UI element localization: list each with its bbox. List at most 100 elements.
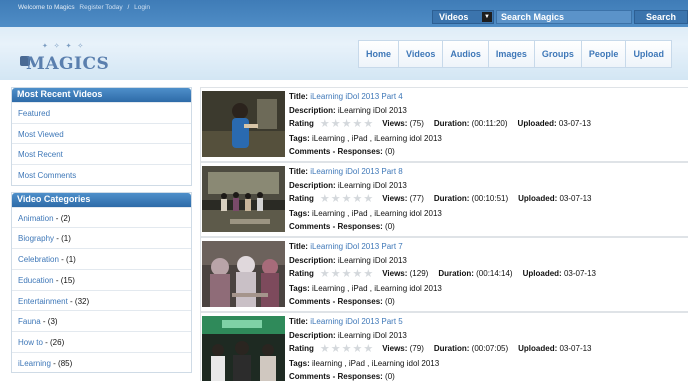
category-item-entertainment[interactable]: Entertainment - (32)	[12, 289, 191, 311]
category-count: - (32)	[67, 296, 90, 306]
category-item-fauna[interactable]: Fauna - (3)	[12, 310, 191, 331]
search-button[interactable]: Search	[634, 10, 688, 24]
video-uploaded: 03-07-13	[558, 119, 591, 128]
category-name[interactable]: iLearning	[18, 359, 51, 368]
search-type-value: Videos	[439, 12, 469, 22]
star-rating-icon[interactable]: ★★★★★	[320, 343, 374, 357]
video-thumbnail-image[interactable]	[202, 241, 285, 307]
video-title-link[interactable]: iLearning iDol 2013 Part 4	[310, 92, 403, 101]
comments-label[interactable]: Comments	[289, 147, 330, 156]
duration-label: Duration:	[433, 344, 470, 353]
rating-label: Rating	[289, 269, 314, 278]
video-title-link[interactable]: iLearning iDol 2013 Part 7	[310, 242, 403, 251]
video-responses: (0)	[385, 222, 395, 231]
category-item-how-to[interactable]: How to - (26)	[12, 330, 191, 352]
login-link[interactable]: Login	[134, 4, 150, 11]
star-rating-icon[interactable]: ★★★★★	[320, 193, 374, 207]
video-info: Title: iLearning iDol 2013 Part 8 Descri…	[289, 165, 687, 234]
search-input[interactable]: Search Magics	[496, 10, 632, 24]
category-name[interactable]: Celebration	[18, 255, 59, 264]
nav-audios[interactable]: Audios	[442, 40, 488, 68]
video-uploaded: 03-07-13	[559, 344, 592, 353]
video-categories-title: Video Categories	[12, 192, 191, 207]
video-thumbnail-image[interactable]	[202, 316, 285, 381]
search-type-select[interactable]: Videos ▼	[432, 10, 494, 24]
video-thumbnail[interactable]	[202, 241, 285, 307]
tags-label: Tags:	[289, 208, 310, 218]
comments-label[interactable]: Comments	[289, 222, 330, 231]
nav-people[interactable]: People	[580, 40, 626, 68]
video-tags[interactable]: ilearning , iPad , iLearning idol 2013	[312, 359, 439, 368]
comments-label[interactable]: Comments	[289, 297, 330, 306]
category-name[interactable]: Fauna	[18, 317, 41, 326]
chevron-down-icon[interactable]: ▼	[482, 12, 492, 22]
video-tags[interactable]: iLearning , iPad , iLearning idol 2013	[312, 209, 442, 218]
video-duration: (00:10:51)	[471, 194, 509, 203]
tags-label: Tags:	[289, 358, 310, 368]
register-link[interactable]: Register Today	[79, 4, 122, 11]
video-thumbnail[interactable]	[202, 166, 285, 232]
video-tags[interactable]: iLearning , iPad , iLearning idol 2013	[312, 284, 442, 293]
search-placeholder: Search Magics	[501, 12, 565, 22]
site-logo[interactable]: ✦ ✧ ✦ ✧ MAGICS	[18, 42, 128, 76]
recent-videos-panel: Most Recent Videos Featured Most Viewed …	[11, 87, 192, 186]
nav-upload[interactable]: Upload	[625, 40, 672, 68]
responses-label: - Responses:	[332, 222, 383, 231]
sidebar-item-most-recent[interactable]: Most Recent	[12, 143, 191, 164]
nav-groups[interactable]: Groups	[533, 40, 581, 68]
responses-label: - Responses:	[332, 147, 383, 156]
sidebar-item-most-comments[interactable]: Most Comments	[12, 164, 191, 185]
video-duration: (00:07:05)	[471, 344, 509, 353]
video-views: (75)	[409, 119, 424, 128]
video-thumbnail[interactable]	[202, 91, 285, 157]
category-name[interactable]: Education	[18, 276, 54, 285]
link-separator: /	[127, 4, 130, 11]
video-title-link[interactable]: iLearning iDol 2013 Part 8	[310, 167, 403, 176]
video-thumbnail-image[interactable]	[202, 91, 285, 157]
video-tags[interactable]: iLearning , iPad , iLearning idol 2013	[312, 134, 442, 143]
description-label: Description:	[289, 255, 336, 265]
category-name[interactable]: Biography	[18, 234, 54, 243]
nav-home[interactable]: Home	[358, 40, 399, 68]
video-list: Title: iLearning iDol 2013 Part 4 Descri…	[200, 87, 688, 381]
category-item-education[interactable]: Education - (15)	[12, 268, 191, 290]
sidebar-item-featured[interactable]: Featured	[12, 102, 191, 123]
nav-images[interactable]: Images	[487, 40, 534, 68]
sidebar-item-most-viewed[interactable]: Most Viewed	[12, 122, 191, 144]
video-thumbnail[interactable]	[202, 316, 285, 381]
category-item-celebration[interactable]: Celebration - (1)	[12, 248, 191, 269]
sidebar: Most Recent Videos Featured Most Viewed …	[11, 87, 192, 379]
sidebar-item-label[interactable]: Most Recent	[18, 150, 63, 159]
description-label: Description:	[289, 330, 336, 340]
video-description: iLearning iDol 2013	[337, 105, 407, 115]
video-description: iLearning iDol 2013	[337, 180, 407, 190]
video-info: Title: iLearning iDol 2013 Part 5 Descri…	[289, 315, 687, 381]
nav-videos[interactable]: Videos	[398, 40, 443, 68]
category-count: - (85)	[50, 358, 73, 368]
category-name[interactable]: Entertainment	[18, 297, 68, 306]
sidebar-item-label[interactable]: Featured	[18, 109, 50, 118]
sidebar-item-label[interactable]: Most Viewed	[18, 130, 64, 139]
rating-label: Rating	[289, 119, 314, 128]
star-rating-icon[interactable]: ★★★★★	[320, 118, 374, 132]
category-name[interactable]: Animation	[18, 214, 54, 223]
sidebar-item-label[interactable]: Most Comments	[18, 171, 76, 180]
views-label: Views:	[382, 344, 408, 353]
video-info: Title: iLearning iDol 2013 Part 4 Descri…	[289, 90, 687, 159]
category-item-animation[interactable]: Animation - (2)	[12, 206, 191, 228]
recent-videos-title: Most Recent Videos	[12, 88, 191, 102]
tags-label: Tags:	[289, 133, 310, 143]
category-name[interactable]: How to	[18, 338, 43, 347]
title-label: Title:	[289, 317, 308, 326]
star-rating-icon[interactable]: ★★★★★	[320, 268, 374, 282]
video-thumbnail-image[interactable]	[202, 166, 285, 232]
category-item-biography[interactable]: Biography - (1)	[12, 227, 191, 248]
video-categories-panel: Video Categories Animation - (2) Biograp…	[11, 191, 192, 374]
video-title-link[interactable]: iLearning iDol 2013 Part 5	[310, 317, 403, 326]
video-description: iLearning iDol 2013	[337, 255, 407, 265]
comments-label[interactable]: Comments	[289, 372, 330, 381]
video-views: (129)	[409, 269, 429, 278]
category-count: - (15)	[53, 275, 75, 285]
title-label: Title:	[289, 167, 308, 176]
category-item-ilearning[interactable]: iLearning - (85)	[12, 351, 191, 373]
